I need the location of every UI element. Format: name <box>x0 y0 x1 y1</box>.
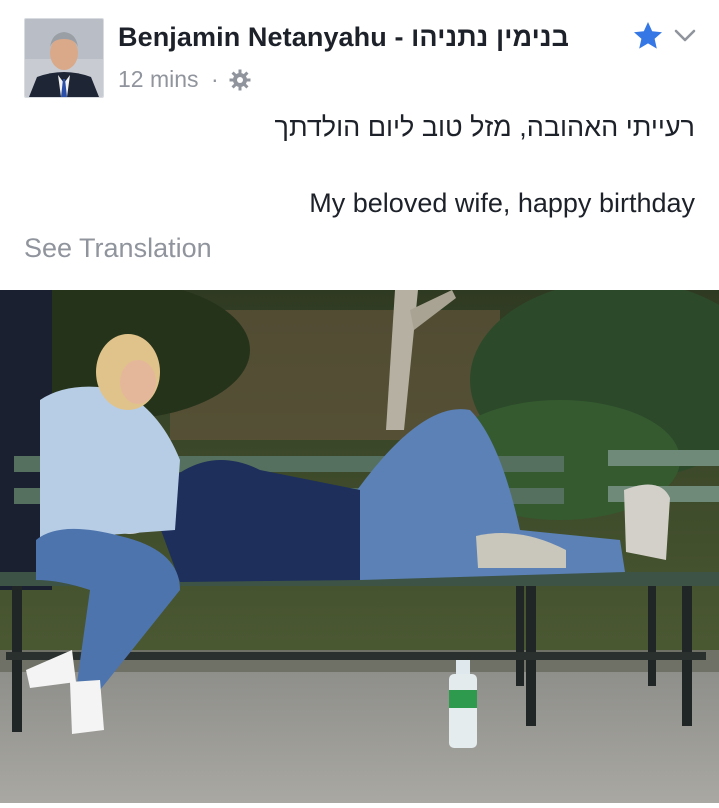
meta-separator: · <box>211 66 219 92</box>
chevron-down-icon[interactable] <box>672 24 698 46</box>
post-text-english: My beloved wife, happy birthday <box>309 188 695 218</box>
gear-icon[interactable] <box>228 68 252 92</box>
post-header: Benjamin Netanyahu - בנימין נתניהו 12 mi… <box>0 0 719 110</box>
see-translation-link[interactable]: See Translation <box>24 233 212 264</box>
author-name[interactable]: Benjamin Netanyahu - בנימין נתניהו <box>118 22 569 53</box>
post-timestamp[interactable]: 12 mins <box>118 66 199 93</box>
profile-avatar[interactable] <box>24 18 104 98</box>
post-photo[interactable] <box>0 280 719 803</box>
walkway <box>0 670 719 803</box>
post-text-hebrew: רעייתי האהובה, מזל טוב ליום הולדתך <box>274 112 695 142</box>
star-icon[interactable] <box>632 20 664 52</box>
